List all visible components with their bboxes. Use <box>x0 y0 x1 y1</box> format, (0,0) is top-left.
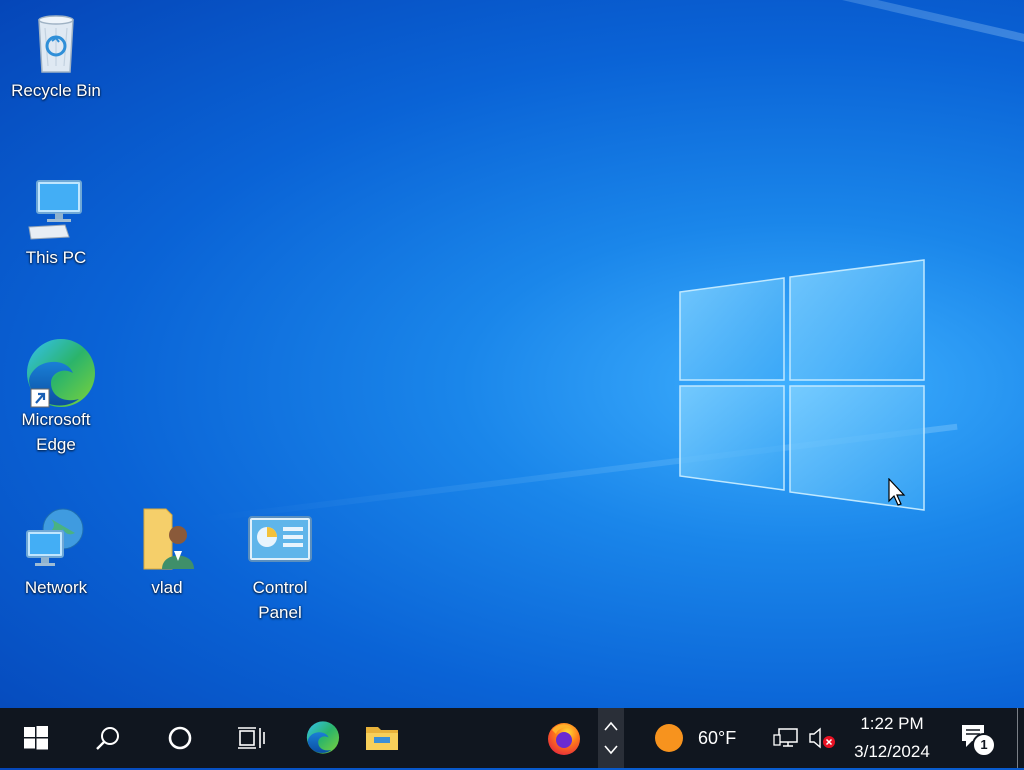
desktop-icon-microsoft-edge[interactable]: Microsoft Edge <box>6 337 106 457</box>
taskbar: 60°F 1:22 PM 3/12/2024 1 <box>0 708 1024 768</box>
wallpaper-light-beam <box>0 0 1024 48</box>
show-hidden-icons-button[interactable] <box>598 708 624 768</box>
sun-icon <box>655 724 683 752</box>
cortana-button[interactable] <box>156 708 204 768</box>
volume-muted-icon <box>809 727 835 749</box>
taskbar-file-explorer-button[interactable] <box>358 708 406 768</box>
network-icon <box>21 505 91 575</box>
network-tray-icon <box>773 728 798 747</box>
taskbar-clock[interactable]: 1:22 PM 3/12/2024 <box>838 708 946 770</box>
desktop-icon-label: Edge <box>36 435 76 454</box>
edge-icon <box>21 337 95 408</box>
desktop-icon-network[interactable]: Network <box>6 505 106 600</box>
desktop[interactable]: { "desktop": { "icons": [ {"label": "Rec… <box>0 0 1024 768</box>
start-icon <box>24 726 48 750</box>
cortana-icon <box>168 726 192 750</box>
search-button[interactable] <box>84 708 132 768</box>
weather-widget[interactable]: 60°F <box>654 708 760 768</box>
mouse-cursor-icon <box>888 478 906 506</box>
user-folder-icon <box>132 505 202 575</box>
desktop-icon-label: This PC <box>25 248 87 267</box>
chevron-up-icon <box>604 721 618 731</box>
start-button[interactable] <box>12 708 60 768</box>
file-explorer-icon <box>366 727 398 750</box>
control-panel-icon <box>245 505 315 575</box>
action-center-button[interactable]: 1 <box>952 708 998 768</box>
task-view-icon <box>238 727 265 749</box>
show-desktop-button[interactable] <box>1017 708 1024 768</box>
notification-count-badge: 1 <box>972 733 996 757</box>
search-icon <box>96 727 119 750</box>
network-tray-button[interactable] <box>770 708 802 768</box>
clock-time: 1:22 PM <box>860 714 924 733</box>
chevron-down-icon <box>604 745 618 755</box>
taskbar-firefox-button[interactable] <box>540 708 588 768</box>
clock-date: 3/12/2024 <box>854 742 930 761</box>
desktop-icon-label: Recycle Bin <box>11 81 101 100</box>
desktop-icon-vlad[interactable]: vlad <box>117 505 217 600</box>
notification-count: 1 <box>980 737 988 752</box>
volume-tray-button[interactable] <box>806 708 838 768</box>
desktop-icon-this-pc[interactable]: This PC <box>6 175 106 270</box>
task-view-button[interactable] <box>228 708 276 768</box>
edge-icon <box>306 721 340 754</box>
desktop-icon-control-panel[interactable]: Control Panel <box>229 505 331 625</box>
desktop-icon-label: Network <box>24 578 88 597</box>
desktop-icon-label: vlad <box>151 578 183 597</box>
firefox-icon <box>548 723 580 755</box>
computer-icon <box>21 175 91 245</box>
desktop-icon-label: Control Panel <box>252 578 308 622</box>
recycle-bin-icon <box>21 8 91 78</box>
windows-logo-wallpaper <box>679 259 925 511</box>
desktop-icon-recycle-bin[interactable]: Recycle Bin <box>6 8 106 103</box>
taskbar-edge-button[interactable] <box>298 708 346 768</box>
weather-temperature: 60°F <box>698 727 737 748</box>
